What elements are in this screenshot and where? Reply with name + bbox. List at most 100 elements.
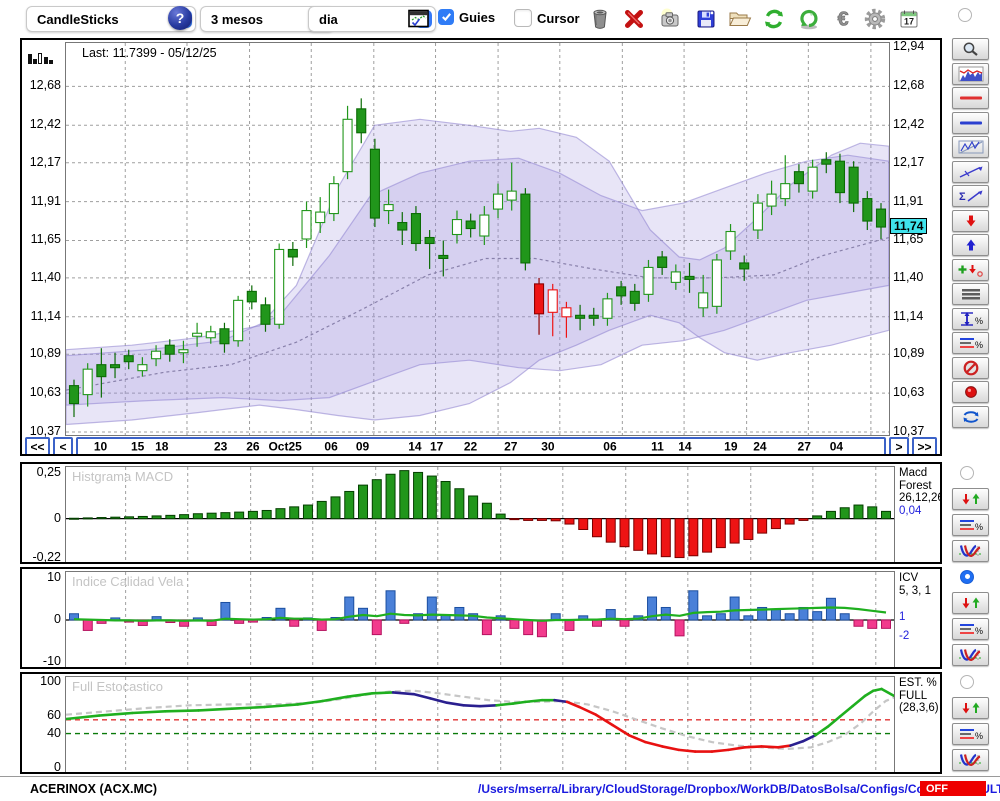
guies-label: Guies (459, 9, 496, 25)
axis-tick-label: 40 (47, 725, 61, 740)
icv-percent-button[interactable]: % (952, 618, 989, 640)
date-label: 17 (429, 438, 444, 453)
stochastic-title: Full Estocastico (72, 679, 164, 694)
reload-data-button[interactable] (952, 405, 989, 428)
euro-button[interactable]: € (829, 5, 856, 32)
snapshot-button[interactable] (656, 5, 683, 32)
zigzag-channel-button[interactable] (952, 136, 989, 158)
axis-tick-label: 11,14 (30, 308, 61, 323)
axis-tick-label: 11,65 (30, 232, 61, 247)
buy-arrow-button[interactable] (952, 234, 989, 256)
main-chart-radio[interactable] (958, 8, 972, 22)
sync-button[interactable] (795, 5, 822, 32)
nav-fast-back-button[interactable]: << (25, 437, 50, 454)
stoch-signals-button[interactable] (952, 697, 989, 719)
axis-tick-label: 12,17 (29, 154, 61, 169)
nav-back-button[interactable]: < (53, 437, 73, 454)
svg-text:17: 17 (903, 16, 913, 26)
icv-indicator-label: ICV 5, 3, 1 1 -2 (899, 572, 931, 642)
gear-icon (864, 8, 885, 29)
stochastic-radio[interactable] (960, 675, 974, 689)
macd-signals-button[interactable] (952, 488, 989, 510)
chart-config-icon[interactable] (408, 9, 429, 33)
delete-x-icon (624, 9, 643, 28)
levels-percent-icon: % (959, 624, 983, 636)
axis-tick-label: 11,40 (30, 269, 61, 284)
axis-tick-label: 10,89 (893, 346, 925, 361)
trash-button[interactable] (586, 5, 613, 32)
macd-panel: Histgrama MACD Macd Forest 26,12,26 0,04… (20, 462, 942, 564)
refresh-button[interactable] (760, 5, 787, 32)
indicator-chart-icon (958, 66, 983, 81)
date-navigation: << < 10 15 18 23 26 Oct25 06 09 14 17 22 27 30 06 11 14… (25, 437, 937, 454)
icv-curve-button[interactable] (952, 644, 989, 666)
levels-list-button[interactable] (952, 283, 989, 305)
macd-name2: Forest (899, 479, 932, 492)
red-line-tool-button[interactable] (952, 87, 989, 109)
current-price-tag: 11,74 (890, 218, 928, 235)
period-value: 3 mesos (211, 11, 264, 27)
blue-refresh-icon (963, 410, 978, 423)
icv-signals-button[interactable] (952, 592, 989, 614)
nav-forward-button[interactable]: > (889, 437, 909, 454)
zoom-tool-button[interactable] (952, 38, 989, 60)
red-down-arrow-icon (966, 215, 975, 226)
indicator-chart-button[interactable] (952, 62, 989, 85)
euro-icon: € (837, 8, 849, 31)
price-levels-percent-button[interactable]: % (952, 332, 989, 354)
red-line-icon (959, 96, 982, 100)
vertical-range-percent-button[interactable]: % (952, 307, 989, 330)
delete-button[interactable] (620, 5, 647, 32)
axis-tick-label: 12,42 (893, 117, 925, 132)
date-label: 06 (324, 438, 338, 453)
cursor-checkbox[interactable]: Cursor (514, 9, 580, 27)
settings-button[interactable] (861, 5, 888, 32)
icv-plot[interactable] (65, 571, 895, 669)
macd-percent-button[interactable]: % (952, 514, 989, 536)
candlestick-plot[interactable] (65, 42, 890, 436)
stoch-curve-button[interactable] (952, 749, 989, 771)
axis-tick-label: 12,68 (29, 78, 61, 93)
svg-text:%: % (975, 316, 983, 326)
off-status-badge[interactable]: OFF (920, 781, 986, 796)
icv-radio[interactable] (960, 570, 974, 584)
trendline-icon (959, 166, 982, 178)
add-marker-icon (958, 264, 983, 277)
toolbar: CandleSticks ? 3 mesos dia Guies Cursor (0, 0, 1000, 36)
date-label: 24 (753, 438, 767, 453)
trendline-tool-button[interactable] (952, 160, 989, 183)
help-glyph: ? (175, 10, 185, 26)
interval-value: dia (319, 11, 338, 27)
help-button[interactable]: ? (168, 6, 192, 30)
save-button[interactable] (692, 5, 719, 32)
axis-tick-label: 100 (40, 674, 61, 689)
macd-name: Macd (899, 467, 928, 479)
sell-arrow-button[interactable] (952, 209, 989, 232)
open-folder-icon (728, 12, 751, 26)
add-marker-button[interactable] (952, 258, 989, 281)
disable-tools-button[interactable] (952, 356, 989, 379)
date-axis[interactable]: 10 15 18 23 26 Oct25 06 09 14 17 22 27 30 06 11 14 19 24 2… (76, 437, 886, 454)
record-button[interactable] (952, 381, 989, 403)
stoch-percent-button[interactable]: % (952, 723, 989, 745)
macd-radio[interactable] (960, 466, 974, 480)
status-bar: ACERINOX (ACX.MC) /Users/mserra/Library/… (0, 776, 1000, 801)
axis-tick-label: 11,65 (893, 232, 924, 247)
sigma-trendline-button[interactable]: Σ (952, 185, 989, 207)
date-label: 14 (678, 438, 692, 453)
three-lines-icon (961, 289, 980, 300)
stoch-name2: FULL (899, 689, 928, 702)
open-button[interactable] (726, 5, 753, 32)
date-label: 11 (651, 438, 664, 453)
axis-tick-label: 10,63 (893, 385, 925, 400)
axis-tick-label: 11,40 (893, 269, 924, 284)
macd-plot[interactable] (65, 466, 895, 564)
axis-tick-label: 0 (54, 510, 61, 525)
nav-fast-forward-button[interactable]: >> (912, 437, 937, 454)
blue-line-tool-button[interactable] (952, 111, 989, 134)
macd-curve-button[interactable] (952, 540, 989, 562)
calendar-button[interactable]: 17 (895, 5, 922, 32)
axis-tick-label: 11,14 (893, 308, 924, 323)
stochastic-plot[interactable] (65, 676, 895, 774)
guies-checkbox[interactable]: Guies (438, 9, 495, 25)
